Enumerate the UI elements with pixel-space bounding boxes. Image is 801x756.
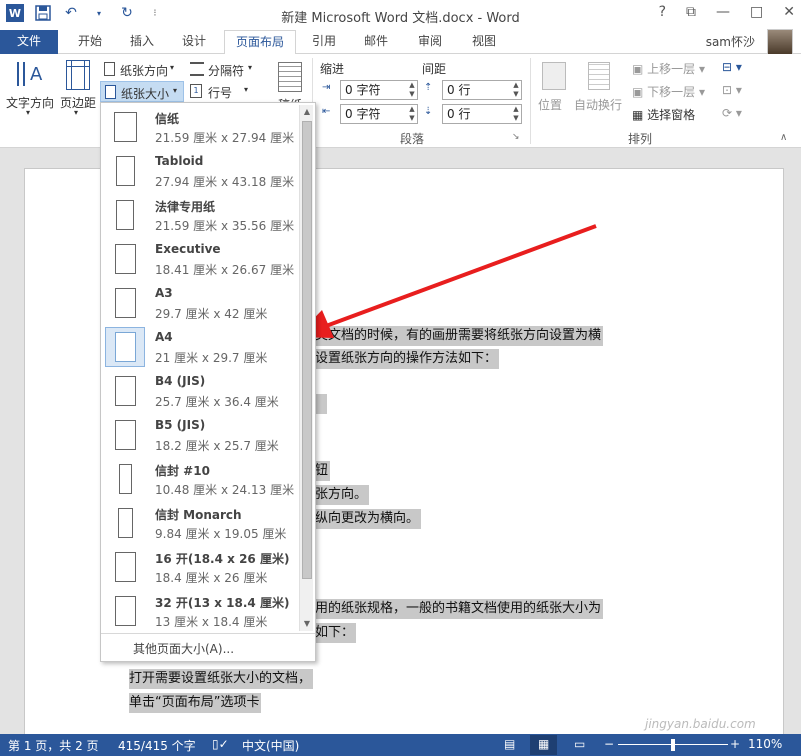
paper-size-name: 信纸 <box>155 112 180 126</box>
language-status[interactable]: 中文(中国) <box>242 737 299 754</box>
paper-size-name: A3 <box>155 286 173 300</box>
paper-size-dimensions: 29.7 厘米 x 42 厘米 <box>155 307 268 321</box>
paper-size-dimensions: 18.41 厘米 x 26.67 厘米 <box>155 263 295 277</box>
paper-size-name: Tabloid <box>155 154 204 168</box>
paper-size-item[interactable]: 信封 Monarch 9.84 厘米 x 19.05 厘米 <box>103 501 299 545</box>
zoom-slider-knob[interactable] <box>671 739 675 751</box>
paper-page-icon <box>114 244 136 274</box>
paper-page-icon <box>114 552 136 582</box>
paper-size-dropdown: 信纸 21.59 厘米 x 27.94 厘米 Tabloid 27.94 厘米 x 4… <box>100 102 316 662</box>
paper-size-name: B4 (JIS) <box>155 374 206 388</box>
paper-page-icon <box>117 508 133 538</box>
paper-size-item[interactable]: B4 (JIS) 25.7 厘米 x 36.4 厘米 <box>103 369 299 413</box>
scroll-down-icon[interactable]: ▼ <box>300 617 314 631</box>
paper-size-dimensions: 18.4 厘米 x 26 厘米 <box>155 571 268 585</box>
scroll-thumb[interactable] <box>302 121 312 579</box>
paper-page-icon <box>118 464 132 494</box>
paper-size-item[interactable]: Executive 18.41 厘米 x 26.67 厘米 <box>103 237 299 281</box>
paper-size-name: 信封 Monarch <box>155 508 242 522</box>
page-count[interactable]: 第 1 页，共 2 页 <box>8 737 99 754</box>
paper-size-list: 信纸 21.59 厘米 x 27.94 厘米 Tabloid 27.94 厘米 x 4… <box>101 103 299 633</box>
paper-size-dimensions: 21.59 厘米 x 27.94 厘米 <box>155 131 295 145</box>
paper-size-name: 32 开(13 x 18.4 厘米) <box>155 596 290 610</box>
paper-page-icon <box>113 112 137 142</box>
paper-size-name: B5 (JIS) <box>155 418 206 432</box>
paper-size-item[interactable]: A4 21 厘米 x 29.7 厘米 <box>103 325 299 369</box>
paper-page-icon <box>116 200 134 230</box>
zoom-level[interactable]: 110% <box>748 737 782 751</box>
paper-size-dimensions: 27.94 厘米 x 43.18 厘米 <box>155 175 295 189</box>
dropdown-scrollbar[interactable]: ▲ ▼ <box>299 105 313 631</box>
paper-size-item[interactable]: 32 开(13 x 18.4 厘米) 13 厘米 x 18.4 厘米 <box>103 589 299 633</box>
paper-size-name: A4 <box>155 330 173 344</box>
paper-size-name: 法律专用纸 <box>155 200 216 214</box>
paper-size-dimensions: 21.59 厘米 x 35.56 厘米 <box>155 219 295 233</box>
paper-size-item[interactable]: 信封 #10 10.48 厘米 x 24.13 厘米 <box>103 457 299 501</box>
paper-size-name: Executive <box>155 242 221 256</box>
paper-size-dimensions: 10.48 厘米 x 24.13 厘米 <box>155 483 295 497</box>
scroll-up-icon[interactable]: ▲ <box>300 105 314 119</box>
paper-size-dimensions: 9.84 厘米 x 19.05 厘米 <box>155 527 287 541</box>
paper-page-icon <box>114 596 136 626</box>
paper-size-dimensions: 18.2 厘米 x 25.7 厘米 <box>155 439 279 453</box>
paper-size-name: 信封 #10 <box>155 464 210 478</box>
paper-size-item[interactable]: 法律专用纸 21.59 厘米 x 35.56 厘米 <box>103 193 299 237</box>
paper-size-item[interactable]: 16 开(18.4 x 26 厘米) 18.4 厘米 x 26 厘米 <box>103 545 299 589</box>
proofing-icon[interactable]: ▯✓ <box>212 737 229 751</box>
paper-page-icon <box>114 376 136 406</box>
zoom-in-button[interactable]: + <box>730 737 740 751</box>
paper-size-item[interactable]: A3 29.7 厘米 x 42 厘米 <box>103 281 299 325</box>
paper-size-dimensions: 13 厘米 x 18.4 厘米 <box>155 615 268 629</box>
word-count[interactable]: 415/415 个字 <box>118 737 196 754</box>
paper-page-icon <box>115 156 135 186</box>
paper-size-dimensions: 25.7 厘米 x 36.4 厘米 <box>155 395 279 409</box>
paper-page-icon <box>114 332 136 362</box>
web-layout-icon[interactable]: ▭ <box>574 737 585 751</box>
read-mode-icon[interactable]: ▤ <box>504 737 515 751</box>
print-layout-icon[interactable]: ▦ <box>530 735 558 755</box>
paper-size-name: 16 开(18.4 x 26 厘米) <box>155 552 290 566</box>
paper-size-item[interactable]: B5 (JIS) 18.2 厘米 x 25.7 厘米 <box>103 413 299 457</box>
paper-page-icon <box>114 288 136 318</box>
more-paper-sizes-item[interactable]: 其他页面大小(A)... <box>101 633 315 661</box>
paper-size-dimensions: 21 厘米 x 29.7 厘米 <box>155 351 268 365</box>
status-bar: 第 1 页，共 2 页 415/415 个字 ▯✓ 中文(中国) ▤ ▦ ▭ −… <box>0 734 801 756</box>
zoom-out-button[interactable]: − <box>604 737 614 751</box>
paper-page-icon <box>114 420 136 450</box>
paper-size-item[interactable]: Tabloid 27.94 厘米 x 43.18 厘米 <box>103 149 299 193</box>
paper-size-item[interactable]: 信纸 21.59 厘米 x 27.94 厘米 <box>103 105 299 149</box>
